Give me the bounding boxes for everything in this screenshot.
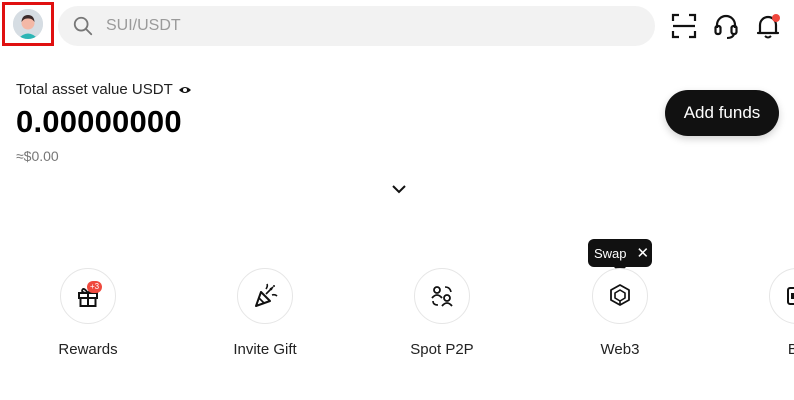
invite-gift-icon-circle [237,268,293,324]
total-asset-value: 0.00000000 [16,104,182,139]
shortcut-label: Invite Gift [233,341,297,358]
notification-dot [772,14,780,22]
shortcut-web3[interactable]: Web3 [560,268,680,358]
p2p-icon [431,286,453,307]
eye-icon[interactable] [178,85,192,95]
search-input[interactable] [104,16,588,36]
shortcut-rewards[interactable]: +3 Rewards [28,268,148,358]
asset-fiat-value: ≈$0.00 [16,148,59,164]
rewards-badge: +3 [87,281,103,293]
shortcut-label: Web3 [600,341,640,358]
asset-label: Total asset value USDT [16,81,173,98]
swap-tooltip: Swap ✕ [588,239,652,273]
partial-icon-circle [769,268,794,324]
profile-avatar-button[interactable] [2,2,54,46]
rewards-icon-circle: +3 [60,268,116,324]
avatar [13,9,43,39]
shortcut-spot-p2p[interactable]: Spot P2P [382,268,502,358]
web3-icon-circle [592,268,648,324]
shortcut-label: Bo [787,341,794,358]
shortcut-label: Spot P2P [410,341,474,358]
close-icon[interactable]: ✕ [637,244,650,262]
search-bar[interactable] [58,6,655,46]
tooltip-text: Swap [594,245,627,261]
shortcut-partial[interactable]: Bo [737,268,794,358]
search-icon [73,16,93,36]
scan-icon[interactable] [670,12,698,40]
asset-label-row: Total asset value USDT [16,81,192,98]
support-headset-icon[interactable] [712,12,740,40]
spot-p2p-icon-circle [414,268,470,324]
shortcut-invite-gift[interactable]: Invite Gift [205,268,325,358]
chevron-down-icon[interactable] [390,182,408,196]
add-funds-button[interactable]: Add funds [665,90,779,136]
party-popper-icon [255,283,278,307]
shortcut-label: Rewards [58,341,118,358]
partial-icon [787,287,794,305]
web3-cube-icon [610,284,630,306]
avatar-icon [13,9,43,39]
